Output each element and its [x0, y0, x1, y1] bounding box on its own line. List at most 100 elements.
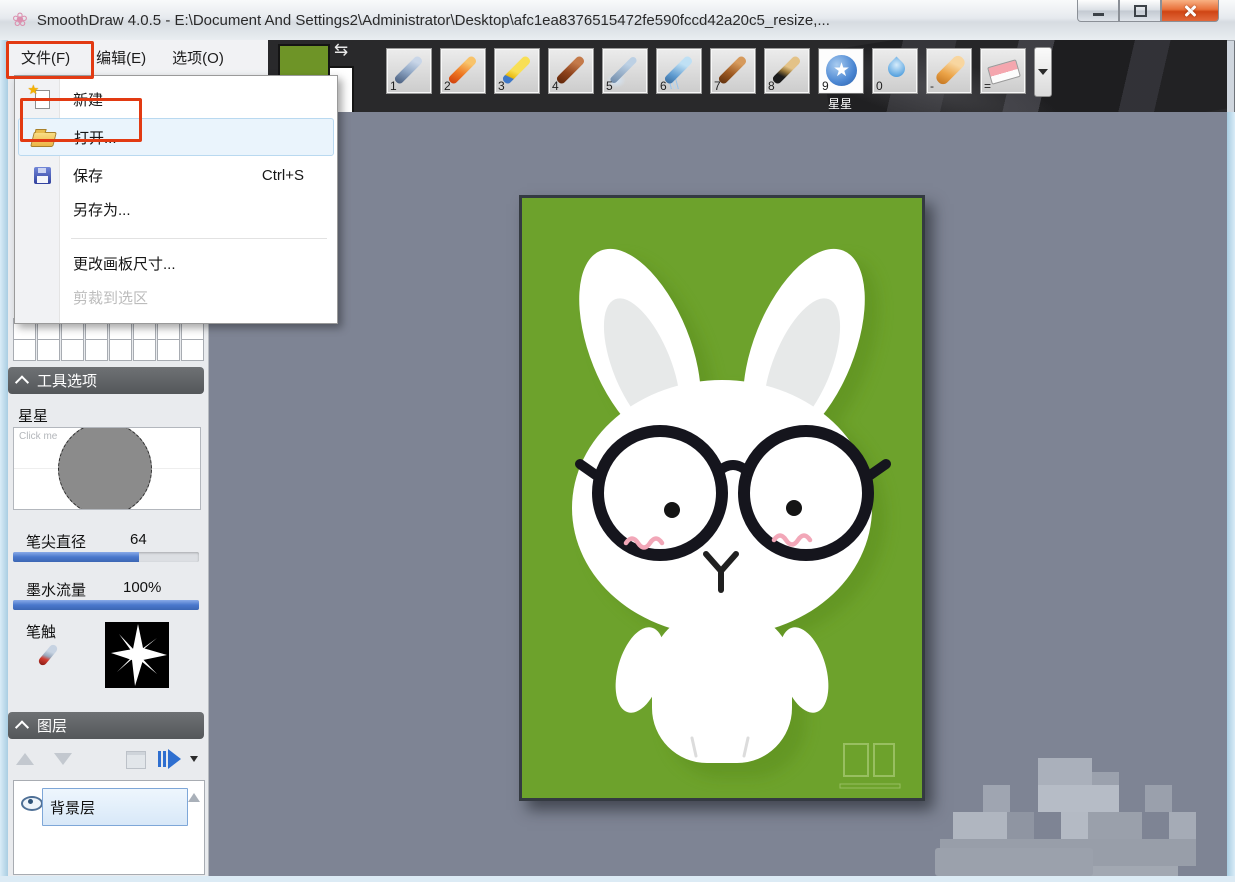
title-bar[interactable]: ❀ SmoothDraw 4.0.5 - E:\Document And Set…: [0, 0, 1235, 41]
tool-airbrush-button[interactable]: 5: [602, 48, 648, 94]
ink-brush-icon: [771, 55, 801, 85]
canvas-watermark: [840, 744, 900, 788]
drawing-canvas[interactable]: [519, 195, 925, 801]
menu-item-save[interactable]: 保存 Ctrl+S: [18, 158, 334, 192]
tool-smudge-button[interactable]: -: [926, 48, 972, 94]
brush-tip-circle: [58, 427, 152, 510]
tool-number: 8: [768, 79, 775, 93]
collapse-icon: [15, 720, 29, 734]
tool-number: 2: [444, 79, 451, 93]
layer-name: 背景层: [50, 797, 95, 818]
tool-number: 4: [552, 79, 559, 93]
pen-icon: [393, 55, 423, 85]
finger-smudge-icon: [934, 53, 967, 86]
window-border-bottom: [0, 876, 1235, 882]
window-border-left: [0, 40, 8, 882]
tool-number: -: [930, 79, 934, 93]
close-button[interactable]: [1161, 0, 1219, 22]
layer-menu-caret-icon[interactable]: [190, 756, 198, 762]
tool-number: 5: [606, 79, 613, 93]
smoothdraw-window: ❀ SmoothDraw 4.0.5 - E:\Document And Set…: [0, 0, 1235, 882]
close-icon: [1183, 4, 1197, 18]
layer-move-down-button[interactable]: [54, 753, 72, 765]
selected-tool-caption: 星星: [818, 95, 862, 112]
layer-merge-button[interactable]: [158, 749, 184, 769]
layer-properties-button[interactable]: [126, 751, 146, 769]
menu-edit[interactable]: 编辑(E): [83, 41, 159, 74]
menu-separator: [71, 238, 327, 239]
tool-number: 3: [498, 79, 505, 93]
toolbar-dropdown-button[interactable]: [1034, 47, 1052, 97]
annotation-box-file-menu: [6, 41, 94, 79]
tool-options-header[interactable]: 工具选项: [8, 367, 204, 394]
stroke-label: 笔触: [26, 621, 56, 642]
layer-toolbar: [8, 747, 204, 777]
minimize-button[interactable]: [1077, 0, 1119, 22]
window-border-right: [1227, 112, 1235, 882]
menu-options[interactable]: 选项(O): [159, 41, 237, 74]
workspace: [208, 112, 1227, 876]
chevron-down-icon: [1038, 69, 1048, 75]
nib-diameter-label: 笔尖直径: [26, 531, 86, 552]
water-drop-icon: [884, 56, 908, 80]
tool-marker-button[interactable]: 3: [494, 48, 540, 94]
layers-list[interactable]: 背景层: [13, 780, 205, 875]
tool-number: 7: [714, 79, 721, 93]
tool-number: 0: [876, 79, 883, 93]
layer-row-background[interactable]: 背景层: [42, 788, 188, 826]
preview-hint: Click me: [19, 431, 57, 442]
eraser-icon: [987, 59, 1021, 85]
marker-icon: [501, 55, 531, 85]
rabbit-drawing: [522, 198, 922, 798]
ink-pen-icon: [555, 55, 585, 85]
tool-ink-pen-button[interactable]: 4: [548, 48, 594, 94]
layers-title: 图层: [37, 715, 67, 736]
nib-slider-fill: [13, 552, 139, 562]
stroke-brush-icon: [37, 643, 59, 667]
layer-visibility-eye-icon[interactable]: [21, 796, 43, 811]
tool-number: 9: [822, 79, 829, 93]
window-controls: [1077, 0, 1219, 22]
flow-slider-fill: [13, 600, 199, 610]
star-tool-icon: ★: [826, 55, 857, 86]
maximize-button[interactable]: [1119, 0, 1161, 22]
ink-flow-value: 100%: [123, 579, 161, 596]
menu-item-crop-to-selection[interactable]: 剪裁到选区: [18, 280, 334, 314]
tool-options-title: 工具选项: [37, 370, 97, 391]
layer-move-up-button[interactable]: [16, 753, 34, 765]
menu-item-resize-board[interactable]: 更改画板尺寸...: [18, 246, 334, 280]
tool-number: 6: [660, 79, 667, 93]
current-tool-name: 星星: [18, 405, 48, 426]
menu-item-save-as[interactable]: 另存为...: [18, 192, 334, 226]
save-floppy-icon: [34, 167, 51, 184]
nib-diameter-value: 64: [130, 531, 147, 548]
layers-header[interactable]: 图层: [8, 712, 204, 739]
tool-pencil-button[interactable]: 2: [440, 48, 486, 94]
tool-number: =: [984, 79, 991, 93]
tool-round-brush-button[interactable]: 7: [710, 48, 756, 94]
stroke-texture-swatch[interactable]: [105, 622, 169, 688]
tool-pen-button[interactable]: 1: [386, 48, 432, 94]
star-texture-icon: [105, 622, 169, 688]
tool-ink-brush-button[interactable]: 8: [764, 48, 810, 94]
ink-flow-label: 墨水流量: [26, 579, 86, 600]
round-brush-icon: [717, 55, 747, 85]
tool-spray-fan-button[interactable]: 6: [656, 48, 702, 94]
maximize-icon: [1134, 5, 1147, 17]
tool-water-button[interactable]: 0: [872, 48, 918, 94]
save-shortcut: Ctrl+S: [262, 167, 304, 184]
collapse-icon: [15, 375, 29, 389]
tool-eraser-button[interactable]: =: [980, 48, 1026, 94]
tool-star-button[interactable]: ★ 9: [818, 48, 864, 94]
star-glyph: ★: [833, 59, 850, 82]
minimize-icon: [1093, 13, 1104, 16]
swap-colors-icon[interactable]: ⇆: [334, 40, 348, 60]
annotation-box-open-item: [20, 98, 142, 142]
palette-row[interactable]: [13, 339, 204, 361]
scroll-up-icon[interactable]: [188, 793, 200, 802]
brush-preview-box[interactable]: Click me: [13, 427, 201, 510]
app-flower-icon: ❀: [12, 11, 28, 30]
ink-flow-slider[interactable]: [13, 600, 199, 610]
tool-number: 1: [390, 79, 397, 93]
nib-diameter-slider[interactable]: [13, 552, 199, 562]
